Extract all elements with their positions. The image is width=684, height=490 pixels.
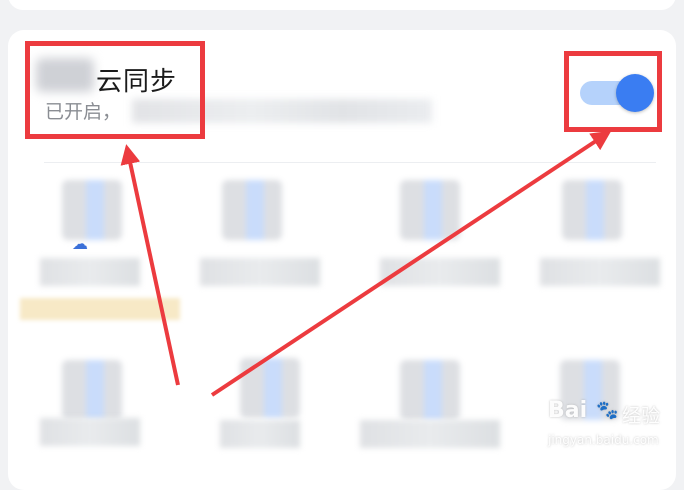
baidu-watermark: Bai 🐾 经验 jingyan.baidu.com [548,398,680,458]
paw-icon: 🐾 [596,400,619,421]
watermark-brand-suffix: 经验 [622,405,661,427]
annotation-arrows [120,130,612,397]
watermark-url: jingyan.baidu.com [548,433,659,447]
watermark-brand: Bai [548,398,588,423]
arrow-to-toggle [210,130,612,397]
arrow-to-title [120,144,180,386]
